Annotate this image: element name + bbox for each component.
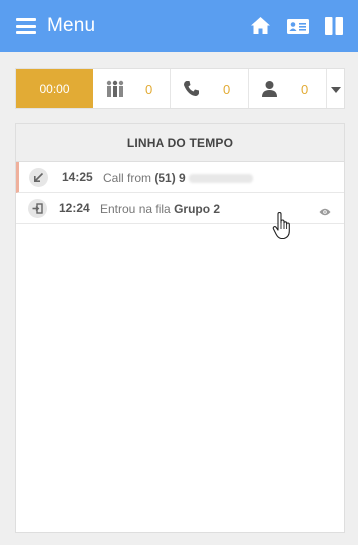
enter-queue-icon	[28, 199, 47, 218]
agents-counter[interactable]: 0	[249, 69, 327, 108]
redacted-number	[188, 174, 253, 184]
timeline-title: LINHA DO TEMPO	[16, 124, 344, 162]
entry-text: Call from (51) 9	[103, 171, 253, 185]
calls-count: 0	[223, 82, 231, 97]
queue-counter[interactable]: 0	[93, 69, 171, 108]
status-bar: 00:00 0 0 0	[15, 68, 345, 109]
top-bar: Menu	[0, 0, 358, 52]
timeline-entry[interactable]: 14:25 Call from (51) 9	[16, 162, 344, 193]
view-eye-icon[interactable]	[319, 203, 331, 221]
incoming-call-icon	[29, 168, 48, 187]
contact-card-icon[interactable]	[287, 19, 309, 39]
home-icon[interactable]	[250, 16, 271, 36]
phone-icon	[183, 80, 200, 102]
call-timer: 00:00	[16, 69, 93, 108]
queue-people-icon	[105, 80, 125, 103]
timeline-entry[interactable]: 12:24 Entrou na fila Grupo 2	[16, 193, 344, 224]
caret-down-icon	[330, 80, 341, 98]
menu-button[interactable]: Menu	[16, 14, 95, 38]
menu-label: Menu	[47, 15, 96, 36]
entry-time: 14:25	[62, 170, 93, 184]
agent-icon	[261, 80, 278, 102]
columns-icon[interactable]	[325, 17, 343, 37]
timeline-panel: LINHA DO TEMPO 14:25 Call from (51) 9 12…	[15, 123, 345, 533]
calls-counter[interactable]: 0	[171, 69, 249, 108]
status-dropdown-button[interactable]	[327, 69, 344, 108]
hand-cursor-icon	[272, 211, 292, 245]
hamburger-icon	[16, 18, 36, 34]
queue-count: 0	[145, 82, 153, 97]
agents-count: 0	[301, 82, 309, 97]
entry-text: Entrou na fila Grupo 2	[100, 202, 221, 216]
entry-time: 12:24	[59, 201, 90, 215]
